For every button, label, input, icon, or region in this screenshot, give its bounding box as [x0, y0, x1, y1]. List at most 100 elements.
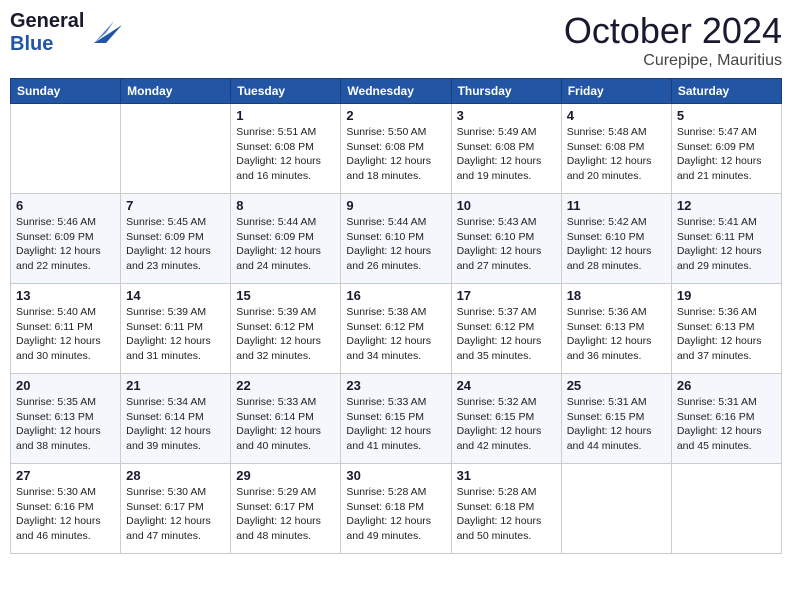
calendar-cell [561, 464, 671, 554]
day-number: 21 [126, 378, 225, 393]
calendar-cell [11, 104, 121, 194]
day-number: 30 [346, 468, 445, 483]
calendar-cell: 9 Sunrise: 5:44 AMSunset: 6:10 PMDaylight… [341, 194, 451, 284]
col-header-monday: Monday [121, 79, 231, 104]
calendar-cell: 28 Sunrise: 5:30 AMSunset: 6:17 PMDayligh… [121, 464, 231, 554]
day-number: 24 [457, 378, 556, 393]
cell-info: Sunrise: 5:39 AMSunset: 6:12 PMDaylight:… [236, 305, 335, 364]
calendar-cell: 14 Sunrise: 5:39 AMSunset: 6:11 PMDayligh… [121, 284, 231, 374]
day-number: 8 [236, 198, 335, 213]
title-block: October 2024 Curepipe, Mauritius [564, 10, 782, 70]
location: Curepipe, Mauritius [564, 52, 782, 70]
cell-info: Sunrise: 5:48 AMSunset: 6:08 PMDaylight:… [567, 125, 666, 184]
calendar-cell: 13Sunrise: 5:40 AMSunset: 6:11 PMDayligh… [11, 284, 121, 374]
cell-info: Sunrise: 5:39 AMSunset: 6:11 PMDaylight:… [126, 305, 225, 364]
logo-wing-icon [86, 15, 122, 51]
cell-info: Sunrise: 5:50 AMSunset: 6:08 PMDaylight:… [346, 125, 445, 184]
day-number: 5 [677, 108, 776, 123]
calendar-cell: 24 Sunrise: 5:32 AMSunset: 6:15 PMDayligh… [451, 374, 561, 464]
day-number: 9 [346, 198, 445, 213]
calendar-cell: 5 Sunrise: 5:47 AMSunset: 6:09 PMDaylight… [671, 104, 781, 194]
calendar-cell: 23 Sunrise: 5:33 AMSunset: 6:15 PMDayligh… [341, 374, 451, 464]
day-number: 12 [677, 198, 776, 213]
cell-info: Sunrise: 5:44 AMSunset: 6:10 PMDaylight:… [346, 215, 445, 274]
day-number: 19 [677, 288, 776, 303]
cell-info: Sunrise: 5:35 AMSunset: 6:13 PMDaylight:… [16, 395, 115, 454]
calendar-cell: 16 Sunrise: 5:38 AMSunset: 6:12 PMDayligh… [341, 284, 451, 374]
day-number: 26 [677, 378, 776, 393]
day-number: 23 [346, 378, 445, 393]
cell-info: Sunrise: 5:51 AMSunset: 6:08 PMDaylight:… [236, 125, 335, 184]
calendar-cell: 6 Sunrise: 5:46 AMSunset: 6:09 PMDaylight… [11, 194, 121, 284]
calendar-cell: 11 Sunrise: 5:42 AMSunset: 6:10 PMDayligh… [561, 194, 671, 284]
week-row-3: 13Sunrise: 5:40 AMSunset: 6:11 PMDayligh… [11, 284, 782, 374]
day-number: 28 [126, 468, 225, 483]
calendar-cell: 7 Sunrise: 5:45 AMSunset: 6:09 PMDaylight… [121, 194, 231, 284]
cell-info: Sunrise: 5:34 AMSunset: 6:14 PMDaylight:… [126, 395, 225, 454]
calendar-cell: 1 Sunrise: 5:51 AMSunset: 6:08 PMDaylight… [231, 104, 341, 194]
day-number: 27 [16, 468, 115, 483]
logo-general: General [10, 10, 84, 33]
calendar-cell: 26 Sunrise: 5:31 AMSunset: 6:16 PMDayligh… [671, 374, 781, 464]
day-number: 31 [457, 468, 556, 483]
calendar-cell: 8Sunrise: 5:44 AMSunset: 6:09 PMDaylight… [231, 194, 341, 284]
day-number: 6 [16, 198, 115, 213]
cell-info: Sunrise: 5:28 AMSunset: 6:18 PMDaylight:… [457, 485, 556, 544]
cell-info: Sunrise: 5:42 AMSunset: 6:10 PMDaylight:… [567, 215, 666, 274]
month-title: October 2024 [564, 10, 782, 52]
cell-info: Sunrise: 5:43 AMSunset: 6:10 PMDaylight:… [457, 215, 556, 274]
day-number: 25 [567, 378, 666, 393]
day-number: 7 [126, 198, 225, 213]
logo: General Blue [10, 10, 122, 56]
cell-info: Sunrise: 5:33 AMSunset: 6:15 PMDaylight:… [346, 395, 445, 454]
cell-info: Sunrise: 5:31 AMSunset: 6:16 PMDaylight:… [677, 395, 776, 454]
cell-info: Sunrise: 5:38 AMSunset: 6:12 PMDaylight:… [346, 305, 445, 364]
cell-info: Sunrise: 5:37 AMSunset: 6:12 PMDaylight:… [457, 305, 556, 364]
calendar-cell: 2 Sunrise: 5:50 AMSunset: 6:08 PMDaylight… [341, 104, 451, 194]
week-row-1: 1 Sunrise: 5:51 AMSunset: 6:08 PMDaylight… [11, 104, 782, 194]
calendar-cell [671, 464, 781, 554]
day-number: 17 [457, 288, 556, 303]
calendar-cell: 31 Sunrise: 5:28 AMSunset: 6:18 PMDayligh… [451, 464, 561, 554]
calendar-cell: 22Sunrise: 5:33 AMSunset: 6:14 PMDayligh… [231, 374, 341, 464]
logo-blue: Blue [10, 33, 84, 56]
cell-info: Sunrise: 5:45 AMSunset: 6:09 PMDaylight:… [126, 215, 225, 274]
cell-info: Sunrise: 5:36 AMSunset: 6:13 PMDaylight:… [567, 305, 666, 364]
calendar-cell: 19Sunrise: 5:36 AMSunset: 6:13 PMDayligh… [671, 284, 781, 374]
week-row-4: 20 Sunrise: 5:35 AMSunset: 6:13 PMDayligh… [11, 374, 782, 464]
cell-info: Sunrise: 5:31 AMSunset: 6:15 PMDaylight:… [567, 395, 666, 454]
calendar-cell: 20 Sunrise: 5:35 AMSunset: 6:13 PMDayligh… [11, 374, 121, 464]
col-header-sunday: Sunday [11, 79, 121, 104]
day-number: 16 [346, 288, 445, 303]
calendar-cell: 17 Sunrise: 5:37 AMSunset: 6:12 PMDayligh… [451, 284, 561, 374]
calendar-cell: 25 Sunrise: 5:31 AMSunset: 6:15 PMDayligh… [561, 374, 671, 464]
calendar-cell: 10 Sunrise: 5:43 AMSunset: 6:10 PMDayligh… [451, 194, 561, 284]
calendar-cell: 15 Sunrise: 5:39 AMSunset: 6:12 PMDayligh… [231, 284, 341, 374]
day-number: 10 [457, 198, 556, 213]
calendar-cell: 18Sunrise: 5:36 AMSunset: 6:13 PMDayligh… [561, 284, 671, 374]
calendar-cell: 29Sunrise: 5:29 AMSunset: 6:17 PMDayligh… [231, 464, 341, 554]
cell-info: Sunrise: 5:47 AMSunset: 6:09 PMDaylight:… [677, 125, 776, 184]
day-number: 14 [126, 288, 225, 303]
day-number: 22 [236, 378, 335, 393]
cell-info: Sunrise: 5:46 AMSunset: 6:09 PMDaylight:… [16, 215, 115, 274]
day-number: 20 [16, 378, 115, 393]
header-row: SundayMondayTuesdayWednesdayThursdayFrid… [11, 79, 782, 104]
cell-info: Sunrise: 5:49 AMSunset: 6:08 PMDaylight:… [457, 125, 556, 184]
day-number: 11 [567, 198, 666, 213]
day-number: 15 [236, 288, 335, 303]
day-number: 1 [236, 108, 335, 123]
cell-info: Sunrise: 5:40 AMSunset: 6:11 PMDaylight:… [16, 305, 115, 364]
day-number: 2 [346, 108, 445, 123]
calendar-cell: 4 Sunrise: 5:48 AMSunset: 6:08 PMDaylight… [561, 104, 671, 194]
page-header: General Blue October 2024 Curepipe, Maur… [10, 10, 782, 70]
day-number: 4 [567, 108, 666, 123]
cell-info: Sunrise: 5:32 AMSunset: 6:15 PMDaylight:… [457, 395, 556, 454]
calendar-cell [121, 104, 231, 194]
calendar-table: SundayMondayTuesdayWednesdayThursdayFrid… [10, 78, 782, 554]
col-header-thursday: Thursday [451, 79, 561, 104]
col-header-wednesday: Wednesday [341, 79, 451, 104]
day-number: 3 [457, 108, 556, 123]
cell-info: Sunrise: 5:30 AMSunset: 6:17 PMDaylight:… [126, 485, 225, 544]
day-number: 29 [236, 468, 335, 483]
